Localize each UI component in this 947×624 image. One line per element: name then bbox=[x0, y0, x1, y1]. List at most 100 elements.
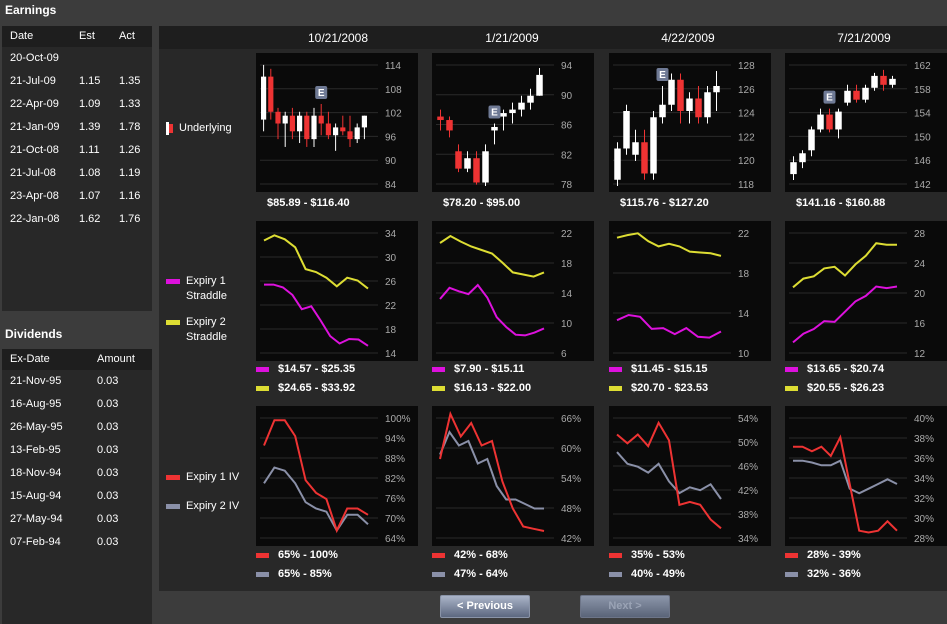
candle-body bbox=[268, 76, 274, 112]
dividends-row-cell: 16-Aug-95 bbox=[10, 398, 62, 410]
sidebar: Earnings Date Est Act 20-Oct-09 21-Jul-09… bbox=[0, 0, 158, 624]
dividends-row-cell: 0.03 bbox=[97, 421, 119, 433]
candle-body bbox=[713, 86, 720, 93]
iv-chart-3: 54% 50% 46% 42% 38% 34% bbox=[609, 406, 771, 546]
y-tick-label: 66% bbox=[561, 414, 581, 425]
dividends-row-cell: 0.03 bbox=[97, 444, 119, 456]
range-text: 28% - 39% bbox=[807, 549, 861, 561]
earnings-row-cell: 21-Oct-08 bbox=[10, 144, 59, 156]
candle-body bbox=[889, 78, 896, 85]
y-tick-label: 118 bbox=[738, 180, 754, 191]
chart-svg: 34 30 26 22 18 14 bbox=[260, 229, 397, 360]
y-tick-label: 90 bbox=[385, 156, 397, 167]
earnings-row-cell: 1.15 bbox=[79, 75, 101, 87]
candle-body bbox=[826, 114, 833, 130]
earnings-row-cell: 1.16 bbox=[119, 190, 141, 202]
earnings-row-cell: 1.78 bbox=[119, 121, 141, 133]
legend-expiry2-straddle-line2: Straddle bbox=[186, 331, 227, 343]
earnings-row: 22-Apr-09 1.09 1.33 bbox=[2, 93, 152, 116]
y-tick-label: 126 bbox=[738, 85, 755, 96]
next-button[interactable]: Next > bbox=[580, 595, 670, 618]
chart-svg: 22 18 14 10 6 bbox=[436, 229, 573, 360]
dividends-col-amount: Amount bbox=[97, 353, 135, 365]
y-tick-label: 162 bbox=[914, 61, 931, 72]
y-tick-label: 96 bbox=[385, 132, 397, 143]
iv-chart-1: 100% 94% 88% 82% 76% 70% 64% bbox=[256, 406, 418, 546]
candle-body bbox=[862, 87, 869, 100]
candle-body bbox=[361, 115, 367, 128]
y-tick-label: 122 bbox=[738, 132, 755, 143]
earnings-row: 20-Oct-09 bbox=[2, 47, 152, 70]
expiry1-straddle-swatch bbox=[166, 278, 180, 284]
y-tick-label: 124 bbox=[738, 109, 755, 120]
y-tick-label: 12 bbox=[914, 349, 926, 360]
earnings-row-cell: 1.26 bbox=[119, 144, 141, 156]
iv-chart-2: 66% 60% 54% 48% 42% bbox=[432, 406, 594, 546]
dividends-row-cell: 0.03 bbox=[97, 375, 119, 387]
y-tick-label: 14 bbox=[385, 349, 397, 360]
y-tick-label: 38% bbox=[738, 510, 758, 521]
range-text: $13.65 - $20.74 bbox=[807, 363, 885, 375]
candle-body bbox=[853, 90, 860, 100]
iv-chart-4: 40% 38% 36% 34% 32% 30% 28% bbox=[785, 406, 947, 546]
candle-body bbox=[808, 129, 815, 151]
chart-svg: 100% 94% 88% 82% 76% 70% 64% bbox=[260, 414, 411, 545]
y-tick-label: 78 bbox=[561, 180, 573, 191]
range-swatch bbox=[785, 366, 798, 372]
earnings-row: 22-Jan-08 1.62 1.76 bbox=[2, 208, 152, 231]
range-swatch bbox=[432, 552, 445, 558]
candle-body bbox=[289, 115, 295, 132]
y-tick-label: 158 bbox=[914, 85, 931, 96]
candle-body bbox=[844, 90, 851, 103]
y-tick-label: 6 bbox=[561, 349, 567, 360]
series-line-1 bbox=[616, 313, 722, 339]
earnings-row-cell: 1.35 bbox=[119, 75, 141, 87]
y-tick-label: 36% bbox=[914, 454, 934, 465]
y-tick-label: 14 bbox=[561, 289, 573, 300]
iv-range-1: 35% - 53% bbox=[609, 549, 685, 561]
earnings-row-cell: 1.09 bbox=[79, 98, 101, 110]
range-text: $11.45 - $15.15 bbox=[631, 363, 708, 375]
range-swatch bbox=[785, 571, 798, 577]
dividends-row-cell: 0.03 bbox=[97, 490, 119, 502]
y-tick-label: 34% bbox=[914, 474, 934, 485]
dividends-row-cell: 0.03 bbox=[97, 467, 119, 479]
underlying-chart-3: 128 126 124 122 120 118 E bbox=[609, 53, 771, 192]
y-tick-label: 82% bbox=[385, 474, 405, 485]
candle-body bbox=[325, 123, 331, 136]
iv-range-1: 42% - 68% bbox=[432, 549, 508, 561]
dividends-row: 07-Feb-94 0.03 bbox=[2, 531, 152, 554]
candle-body bbox=[659, 104, 666, 118]
legend-expiry1-straddle: Expiry 1 Straddle bbox=[166, 274, 227, 304]
range-text: $20.70 - $23.53 bbox=[631, 382, 709, 394]
y-tick-label: 30 bbox=[385, 253, 397, 264]
expiry1-iv-swatch bbox=[166, 474, 180, 480]
candle-body bbox=[482, 151, 489, 183]
dividends-header: Ex-Date Amount bbox=[2, 349, 152, 370]
straddle-chart-3: 22 18 14 10 bbox=[609, 221, 771, 361]
earnings-row-cell: 1.39 bbox=[79, 121, 101, 133]
column-date-4: 7/21/2009 bbox=[837, 31, 891, 45]
previous-button[interactable]: < Previous bbox=[440, 595, 530, 618]
legend-expiry1-iv: Expiry 1 IV bbox=[166, 470, 239, 485]
y-tick-label: 34 bbox=[385, 229, 397, 240]
candle-body bbox=[318, 115, 324, 124]
underlying-chart-2: 94 90 86 82 78 E bbox=[432, 53, 594, 192]
y-tick-label: 120 bbox=[738, 156, 755, 167]
candle-body bbox=[614, 148, 621, 180]
y-tick-label: 90 bbox=[561, 91, 573, 102]
candle-body bbox=[261, 76, 267, 120]
dividends-row-cell: 07-Feb-94 bbox=[10, 536, 61, 548]
y-tick-label: 64% bbox=[385, 534, 405, 545]
candle-body bbox=[340, 127, 346, 132]
dividends-row: 26-May-95 0.03 bbox=[2, 416, 152, 439]
dividends-row: 16-Aug-95 0.03 bbox=[2, 393, 152, 416]
earnings-row-cell: 21-Jan-09 bbox=[10, 121, 60, 133]
candle-body bbox=[491, 126, 498, 131]
y-tick-label: 102 bbox=[385, 109, 402, 120]
y-tick-label: 28 bbox=[914, 229, 926, 240]
candle-body bbox=[686, 98, 693, 111]
candle-body bbox=[297, 115, 303, 132]
range-text: 35% - 53% bbox=[631, 549, 685, 561]
candle-body bbox=[455, 151, 462, 169]
